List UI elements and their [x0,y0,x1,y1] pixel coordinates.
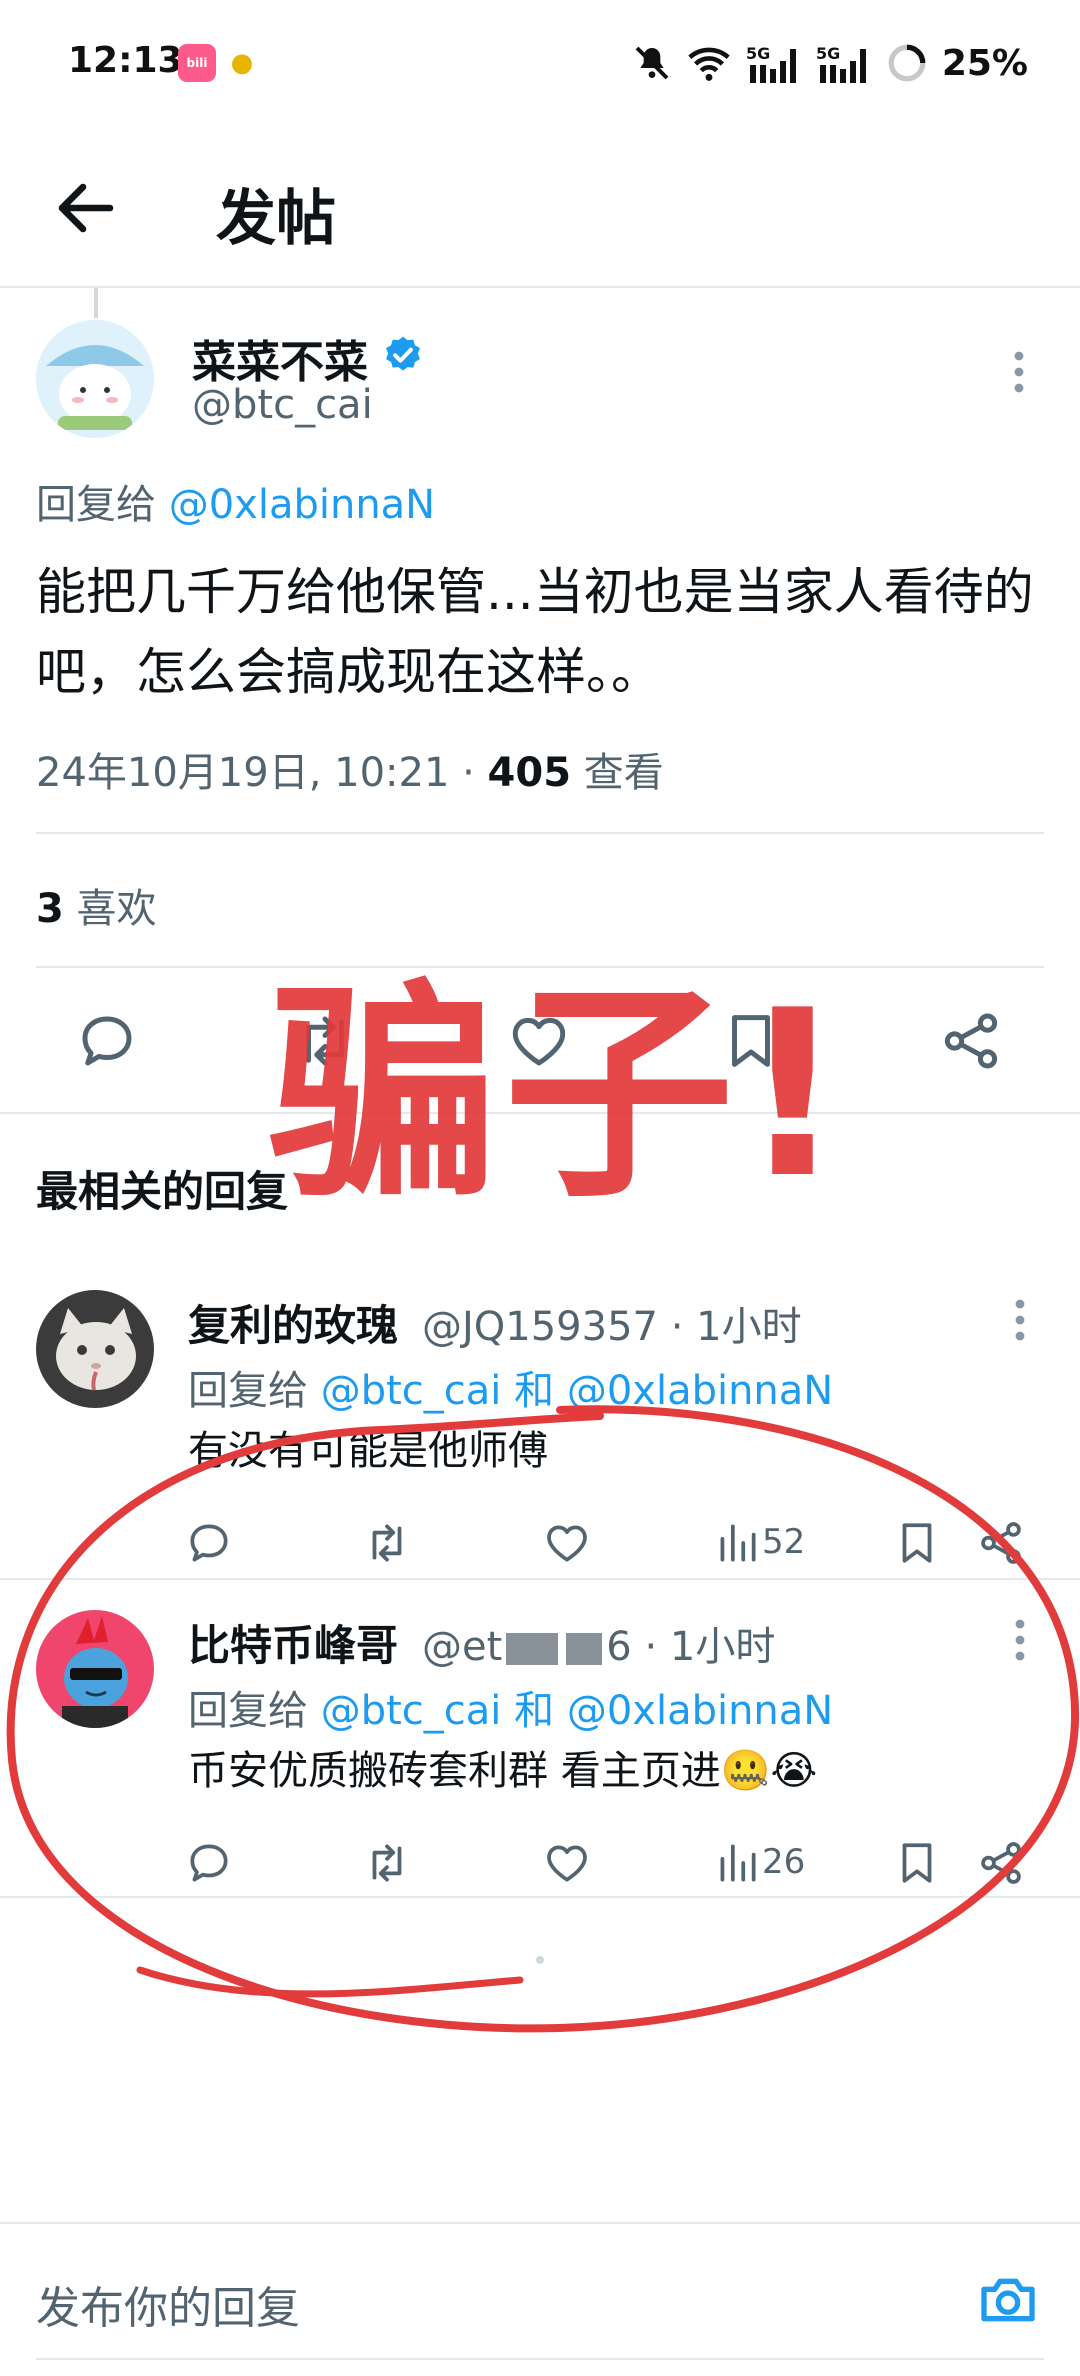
share-icon[interactable] [976,1518,1026,1568]
reply-author-name[interactable]: 比特币峰哥 [188,1612,398,1673]
reply-to-label: 回复给 [188,1688,308,1734]
wifi-icon [688,47,730,81]
scam-annotation: 骗子! [268,962,851,1229]
svg-text:5G: 5G [746,44,770,63]
post-text: 能把几千万给他保管...当初也是当家人看待的吧，怎么会搞成现在这样。。 [36,563,1034,701]
page-title: 发帖 [216,184,336,254]
author-handle[interactable]: @btc_cai [192,382,373,428]
reply-text: 币安优质搬砖套利群 看主页进🤐😭 [188,1748,818,1794]
share-icon[interactable] [938,1008,1004,1074]
battery-ring-icon [888,44,926,82]
likes-row[interactable]: 3 喜欢 [36,876,157,934]
signal-5g-icon: 5G [746,44,796,83]
reply-author-handle[interactable]: @et 6 · 1小时 [422,1614,775,1672]
bookmark-icon[interactable] [892,1838,942,1888]
more-options-icon[interactable] [1004,348,1034,396]
divider [36,2358,1044,2360]
status-bar: 12:13 bili ● 5G 5G 25% [0,0,1080,130]
likes-count: 3 [36,886,64,932]
verified-badge-icon [386,336,420,371]
thread-connector [94,288,98,318]
divider [0,2222,1080,2224]
likes-label: 喜欢 [63,886,157,932]
more-options-icon[interactable] [1006,1296,1034,1344]
bilibili-app-icon: bili [178,44,216,82]
more-options-icon[interactable] [1006,1616,1034,1664]
reply-to-links[interactable]: @btc_cai 和 @0xlabinnaN [321,1688,834,1734]
divider [0,1896,1080,1898]
retweet-icon[interactable] [362,1518,412,1568]
reply-to-label: 回复给 [188,1368,308,1414]
app-header: 发帖 [0,130,1080,288]
bookmark-icon[interactable] [892,1518,942,1568]
reply-to-line: 回复给 @btc_cai 和 @0xlabinnaN [188,1358,833,1416]
share-icon[interactable] [976,1838,1026,1888]
signal-5g-icon-2: 5G [816,44,866,83]
loading-indicator [536,1956,544,1964]
reply-author-handle[interactable]: @JQ159357 · 1小时 [422,1294,802,1352]
battery-percent: 25% [941,42,1028,84]
redacted-block [506,1633,559,1665]
like-heart-icon[interactable] [542,1518,592,1568]
replies-section-title[interactable]: 最相关的回复 [36,1158,288,1219]
reply-compose-input[interactable]: 发布你的回复 [36,2272,300,2336]
reply-icon[interactable] [184,1838,234,1888]
handle-prefix: @et [422,1624,503,1670]
retweet-icon[interactable] [362,1838,412,1888]
reply-views-count: 52 [762,1522,806,1562]
reply-to-handle-link[interactable]: @0xlabinnaN [169,482,435,528]
reply-icon[interactable] [184,1518,234,1568]
reply-to-line: 回复给 @0xlabinnaN [36,472,435,530]
author-name[interactable]: 菜菜不菜 [192,326,368,390]
redacted-block [566,1633,603,1665]
author-avatar[interactable] [36,320,154,438]
views-count: 405 [487,750,572,796]
reply-views-count: 26 [762,1842,806,1882]
reply-item[interactable]: 比特币峰哥 @et 6 · 1小时 回复给 @btc_cai 和 @0xlabin… [0,1580,1080,1900]
divider [36,832,1044,834]
coin-app-icon: ● [230,48,254,78]
status-icons: 5G 5G 25% [632,38,1028,88]
reply-to-label: 回复给 [36,482,156,528]
reply-to-line: 回复给 @btc_cai 和 @0xlabinnaN [188,1678,833,1736]
back-arrow-icon[interactable] [50,172,122,244]
post-meta: 24年10月19日, 10:21 · 405 查看 [36,740,664,798]
reply-action-bar: 26 [0,1838,1080,1898]
post-timestamp: 24年10月19日, 10:21 · [36,750,488,796]
reply-author-name[interactable]: 复利的玫瑰 [188,1292,398,1353]
reply-action-bar: 52 [0,1518,1080,1578]
reply-text: 有没有可能是他师傅 [188,1428,548,1474]
reply-icon[interactable] [74,1008,140,1074]
views-chart-icon[interactable] [712,1838,762,1888]
reply-item[interactable]: 复利的玫瑰 @JQ159357 · 1小时 回复给 @btc_cai 和 @0x… [0,1260,1080,1580]
reply-avatar[interactable] [36,1290,154,1408]
handle-suffix: 6 · 1小时 [606,1624,776,1670]
reply-avatar[interactable] [36,1610,154,1728]
camera-icon[interactable] [976,2268,1040,2332]
status-time: 12:13 [68,40,183,81]
views-chart-icon[interactable] [712,1518,762,1568]
views-label: 查看 [571,750,664,796]
svg-text:5G: 5G [816,44,840,63]
mute-icon [635,46,669,80]
like-heart-icon[interactable] [542,1838,592,1888]
reply-to-links[interactable]: @btc_cai 和 @0xlabinnaN [321,1368,834,1414]
